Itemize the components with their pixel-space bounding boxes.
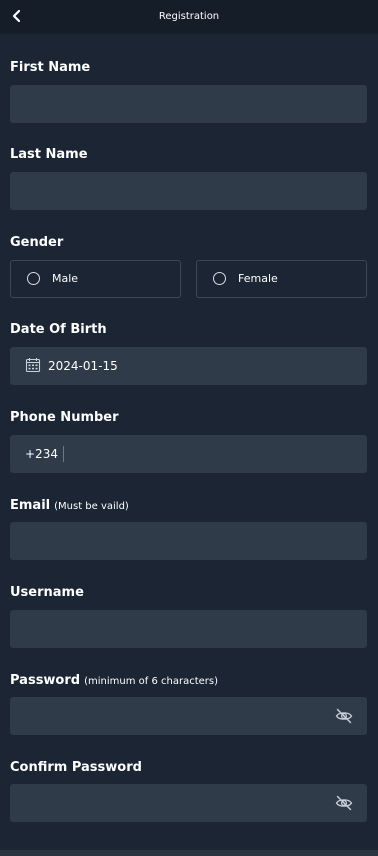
- bottom-bar: [0, 850, 378, 856]
- gender-label: Gender: [10, 235, 64, 250]
- email-field[interactable]: [10, 522, 367, 560]
- password-label: Password (minimum of 6 characters): [10, 673, 218, 688]
- phone-input[interactable]: [68, 435, 367, 473]
- username-input[interactable]: [10, 610, 367, 648]
- password-field[interactable]: [10, 697, 367, 735]
- gender-option-female[interactable]: Female: [196, 260, 367, 298]
- country-code-prefix[interactable]: +234: [25, 435, 58, 473]
- username-field[interactable]: [10, 610, 367, 648]
- confirm-password-field[interactable]: [10, 784, 367, 822]
- radio-button-icon: [27, 272, 40, 285]
- calendar-icon: [25, 358, 41, 373]
- confirm-password-input[interactable]: [10, 784, 367, 822]
- email-hint: (Must be vaild): [54, 501, 129, 512]
- confirm-password-label: Confirm Password: [10, 760, 142, 775]
- eye-off-icon[interactable]: [335, 707, 353, 725]
- password-hint: (minimum of 6 characters): [84, 676, 218, 687]
- username-label: Username: [10, 585, 84, 600]
- gender-option-male[interactable]: Male: [10, 260, 181, 298]
- radio-button-icon: [213, 272, 226, 285]
- email-label: Email (Must be vaild): [10, 498, 129, 513]
- page-title: Registration: [158, 11, 220, 22]
- dob-value: 2024-01-15: [48, 359, 118, 373]
- last-name-label: Last Name: [10, 147, 88, 162]
- email-label-text: Email: [10, 498, 51, 513]
- password-input[interactable]: [10, 697, 367, 735]
- registration-form: First Name Last Name Gender Male Female …: [0, 34, 378, 850]
- gender-option-label: Male: [52, 272, 79, 285]
- last-name-input[interactable]: [10, 172, 367, 210]
- top-bar: Registration: [0, 0, 378, 34]
- phone-label: Phone Number: [10, 410, 119, 425]
- first-name-label: First Name: [10, 60, 91, 75]
- password-label-text: Password: [10, 673, 81, 688]
- gender-option-label: Female: [238, 272, 278, 285]
- first-name-input[interactable]: [10, 85, 367, 123]
- phone-field[interactable]: +234: [10, 435, 367, 473]
- dob-field[interactable]: 2024-01-15: [10, 347, 367, 385]
- eye-off-icon[interactable]: [335, 794, 353, 812]
- dob-label: Date Of Birth: [10, 322, 107, 337]
- last-name-field[interactable]: [10, 172, 367, 210]
- first-name-field[interactable]: [10, 85, 367, 123]
- phone-divider: [63, 446, 64, 462]
- email-input[interactable]: [10, 522, 367, 560]
